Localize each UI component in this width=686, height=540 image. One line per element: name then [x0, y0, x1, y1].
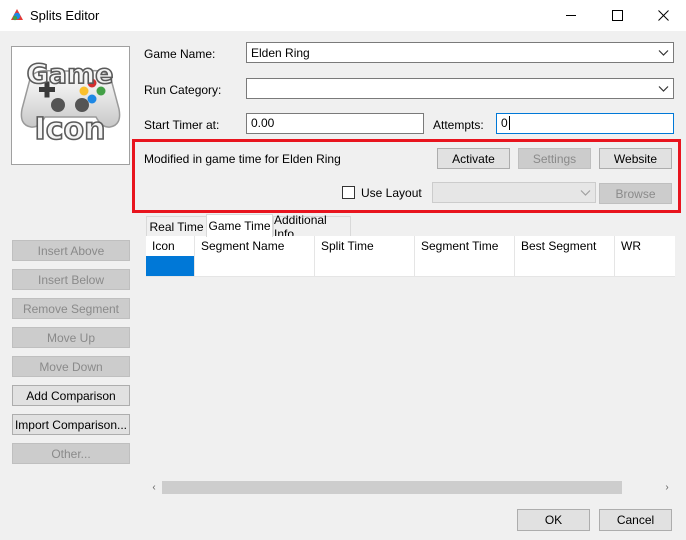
- close-button[interactable]: [640, 0, 686, 31]
- maximize-icon: [611, 10, 623, 21]
- grid-cell-best-segment[interactable]: [515, 256, 615, 277]
- grid-cell-segment-time[interactable]: [415, 256, 515, 277]
- minimize-icon: [565, 15, 576, 16]
- activate-button[interactable]: Activate: [437, 148, 510, 169]
- chevron-down-icon: [658, 50, 669, 56]
- column-header-icon[interactable]: Icon: [146, 236, 195, 256]
- run-category-combobox[interactable]: [246, 78, 674, 99]
- minimize-button[interactable]: [548, 0, 594, 31]
- other-button[interactable]: Other...: [12, 443, 130, 464]
- column-header-segment-name[interactable]: Segment Name: [195, 236, 315, 256]
- browse-button[interactable]: Browse: [599, 183, 672, 204]
- layout-combobox[interactable]: [432, 182, 596, 203]
- chevron-down-icon: [658, 86, 669, 92]
- ok-button[interactable]: OK: [517, 509, 590, 531]
- move-down-button[interactable]: Move Down: [12, 356, 130, 377]
- livesplit-logo-icon: [11, 9, 23, 21]
- grid-cell-split-time[interactable]: [315, 256, 415, 277]
- add-comparison-button[interactable]: Add Comparison: [12, 385, 130, 406]
- game-name-value: Elden Ring: [251, 46, 310, 60]
- cancel-button[interactable]: Cancel: [599, 509, 672, 531]
- segments-grid[interactable]: Icon Segment Name Split Time Segment Tim…: [146, 236, 675, 479]
- column-header-segment-time[interactable]: Segment Time: [415, 236, 515, 256]
- attempts-label: Attempts:: [433, 118, 484, 132]
- horizontal-scrollbar[interactable]: ‹ ›: [146, 479, 675, 496]
- game-icon-text-line2: Icon: [35, 112, 106, 147]
- column-header-wr[interactable]: WR: [615, 236, 675, 256]
- game-name-combobox[interactable]: Elden Ring: [246, 42, 674, 63]
- game-icon-picture[interactable]: Game Icon: [11, 46, 130, 165]
- use-layout-label: Use Layout: [361, 186, 422, 200]
- use-layout-checkbox[interactable]: [342, 186, 355, 199]
- insert-below-button[interactable]: Insert Below: [12, 269, 130, 290]
- run-category-label: Run Category:: [144, 83, 222, 97]
- remove-segment-button[interactable]: Remove Segment: [12, 298, 130, 319]
- attempts-input[interactable]: 0: [496, 113, 674, 134]
- grid-cell-wr[interactable]: [615, 256, 675, 277]
- settings-button[interactable]: Settings: [518, 148, 591, 169]
- scrollbar-thumb[interactable]: [162, 481, 622, 494]
- start-timer-label: Start Timer at:: [144, 118, 220, 132]
- tab-game-time[interactable]: Game Time: [206, 214, 273, 237]
- website-button[interactable]: Website: [599, 148, 672, 169]
- move-up-button[interactable]: Move Up: [12, 327, 130, 348]
- scroll-right-arrow[interactable]: ›: [659, 479, 675, 496]
- grid-cell-icon[interactable]: [146, 256, 195, 277]
- text-caret: [508, 116, 510, 130]
- start-timer-input[interactable]: 0.00: [246, 113, 424, 134]
- attempts-value: 0: [501, 116, 508, 130]
- chevron-down-icon: [580, 190, 591, 196]
- autosplitter-description: Modified in game time for Elden Ring: [144, 152, 341, 166]
- grid-cell-segment-name[interactable]: [195, 256, 315, 277]
- title-bar: Splits Editor: [0, 0, 686, 31]
- window-title: Splits Editor: [30, 8, 100, 23]
- scroll-left-arrow[interactable]: ‹: [146, 479, 162, 496]
- import-comparison-button[interactable]: Import Comparison...: [12, 414, 130, 435]
- column-header-split-time[interactable]: Split Time: [315, 236, 415, 256]
- game-name-label: Game Name:: [144, 47, 216, 61]
- column-header-best-segment[interactable]: Best Segment: [515, 236, 615, 256]
- close-icon: [657, 10, 669, 21]
- tab-additional-info[interactable]: Additional Info: [273, 213, 351, 241]
- maximize-button[interactable]: [594, 0, 640, 31]
- tab-real-time[interactable]: Real Time: [146, 216, 207, 236]
- game-icon-text-line1: Game: [27, 59, 114, 90]
- game-controller-icon: Game Icon: [20, 58, 121, 148]
- insert-above-button[interactable]: Insert Above: [12, 240, 130, 261]
